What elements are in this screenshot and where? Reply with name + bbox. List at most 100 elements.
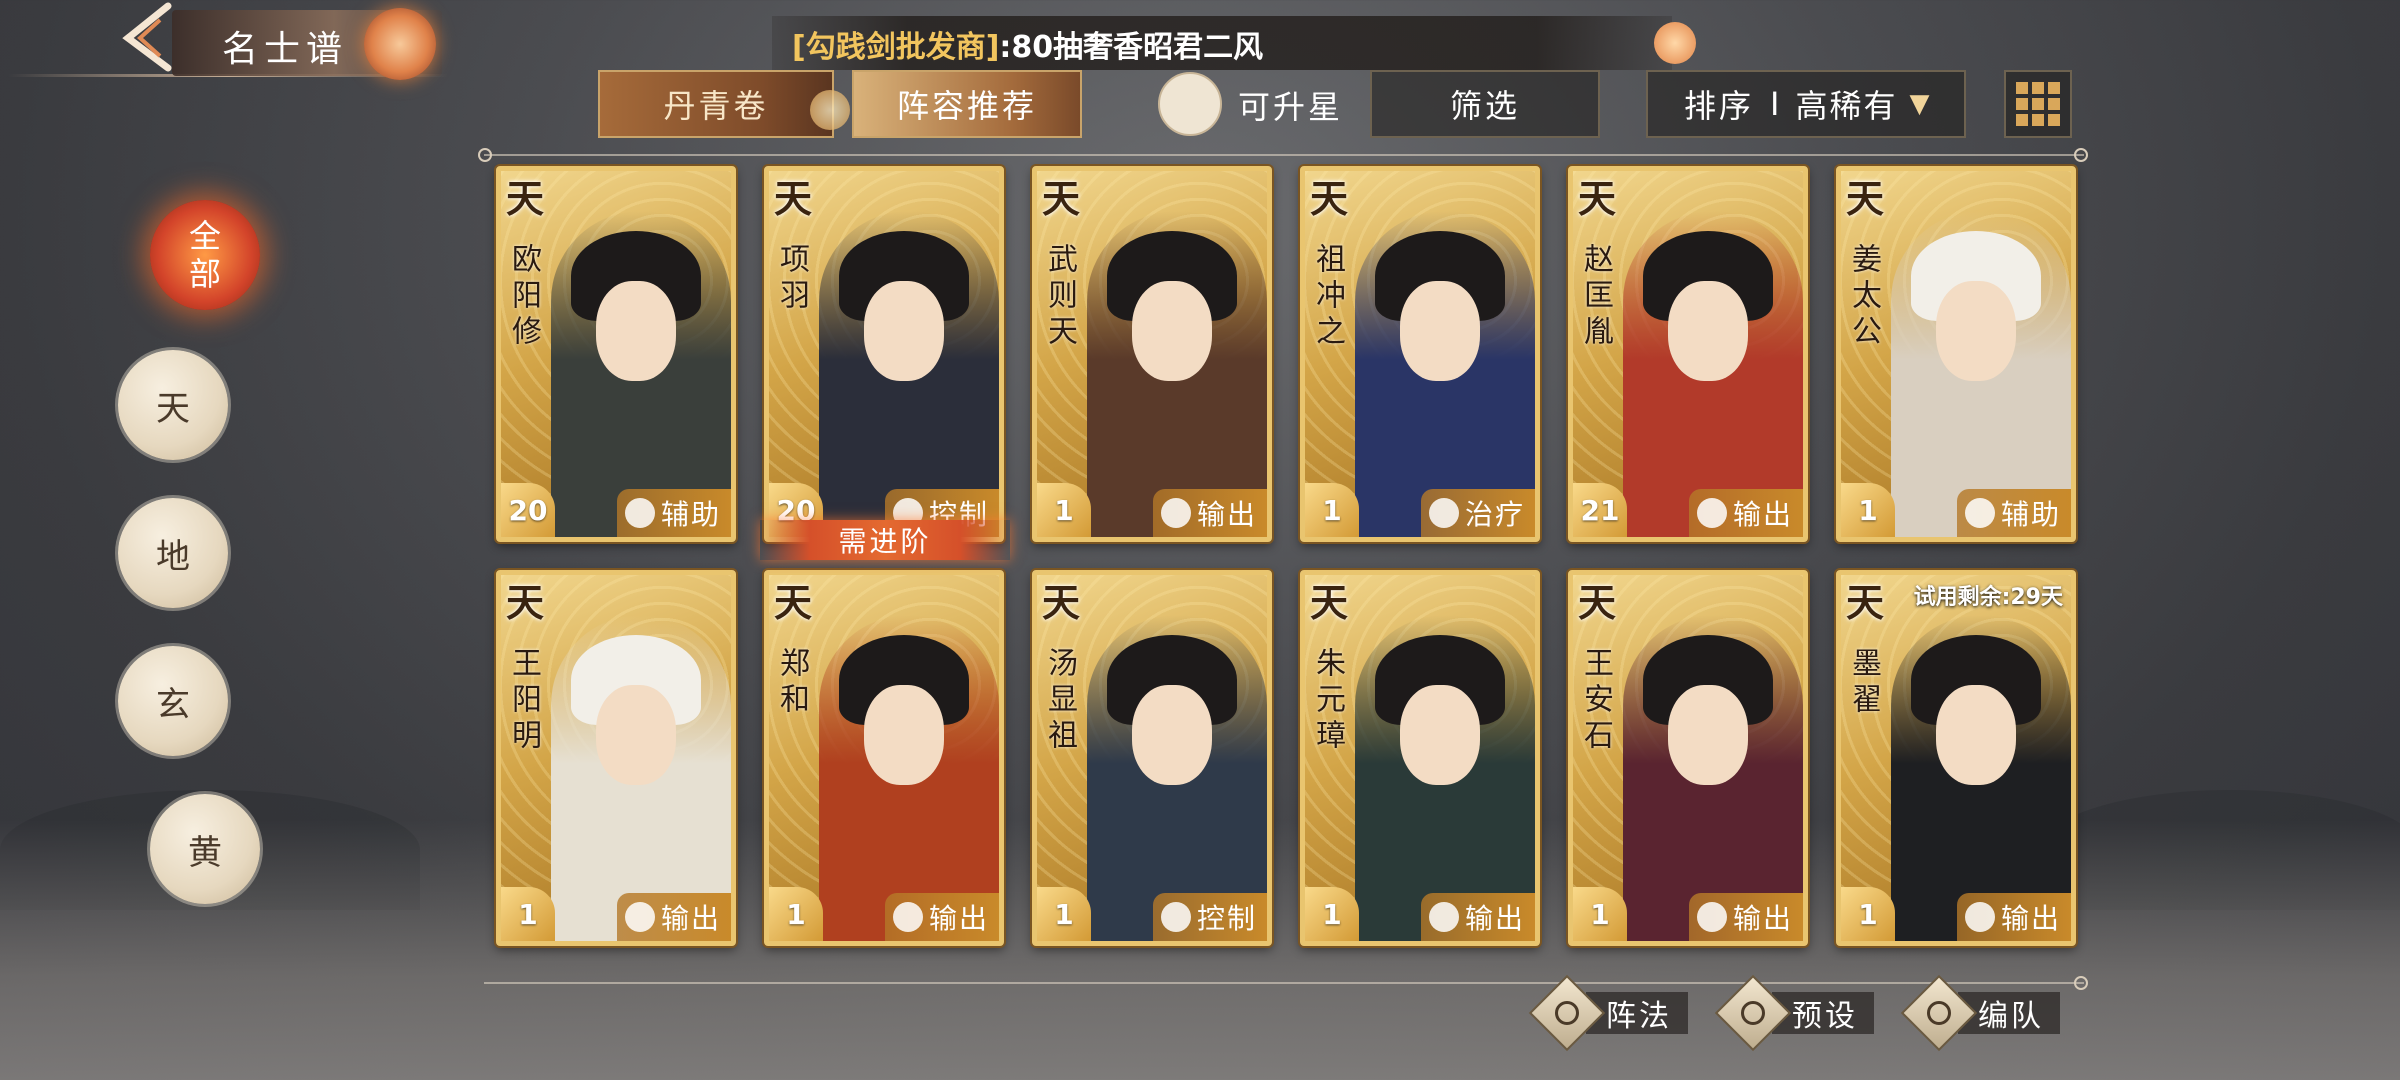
hero-name: 武则天 [1042, 243, 1077, 351]
hero-name: 项羽 [774, 243, 809, 315]
hero-level: 1 [1037, 483, 1091, 537]
hero-name: 郑和 [774, 647, 809, 719]
rank-filter-all-label: 全部 [188, 217, 221, 293]
hero-level: 1 [501, 887, 555, 941]
upgradable-toggle[interactable] [1158, 72, 1222, 136]
grade-badge: 天 [1041, 175, 1080, 221]
filter-button[interactable]: 筛选 [1370, 70, 1600, 138]
role-icon [1160, 902, 1191, 932]
hero-name: 祖冲之 [1310, 243, 1345, 351]
hero-face [596, 685, 676, 785]
tab-danqing[interactable]: 丹青卷 [598, 70, 850, 138]
hero-face [596, 281, 676, 381]
hero-card[interactable]: 天王阳明 1 输出 [496, 570, 736, 946]
hero-card[interactable]: 天朱元璋 1 输出 [1300, 570, 1540, 946]
tab-lineup-recommend-label: 阵容推荐 [896, 87, 1037, 125]
hero-card[interactable]: 天欧阳修 20 辅助 [496, 166, 736, 542]
hero-role-tag: 输出 [1688, 489, 1803, 537]
rank-filter-tian-label: 天 [156, 388, 190, 429]
hero-card[interactable]: 天姜太公 1 辅助 [1836, 166, 2076, 542]
preset-button[interactable]: 预设 [1714, 974, 1874, 1052]
tab-lineup-recommend[interactable]: 阵容推荐 [852, 70, 1082, 138]
grade-badge: 天 [1577, 175, 1616, 221]
rank-filter-huang-label: 黄 [188, 832, 222, 873]
hero-role: 输出 [1732, 498, 1793, 531]
hero-level: 1 [1841, 483, 1895, 537]
rank-filter-xuan[interactable]: 玄 [118, 646, 228, 756]
filter-label: 筛选 [1449, 87, 1520, 125]
rank-filter-tian[interactable]: 天 [118, 350, 228, 460]
rank-filter-di-label: 地 [156, 536, 190, 577]
hero-role-tag: 输出 [616, 893, 731, 941]
chevron-down-icon: ▼ [1909, 89, 1930, 119]
hero-card[interactable]: 天郑和 1 输出 [764, 570, 1004, 946]
rank-filter-di[interactable]: 地 [118, 498, 228, 608]
grade-badge: 天 [505, 175, 544, 221]
formation-icon [1528, 974, 1606, 1052]
preset-icon [1714, 974, 1792, 1052]
formation-button[interactable]: 阵法 [1528, 974, 1688, 1052]
rank-filter-all[interactable]: 全部 [150, 200, 260, 310]
back-arrow-icon[interactable] [120, 2, 180, 72]
sort-separator: I [1770, 85, 1780, 123]
hero-card[interactable]: 天赵匡胤 21 输出 [1568, 166, 1808, 542]
hero-card[interactable]: 天祖冲之 1 治疗 [1300, 166, 1540, 542]
hero-face [1668, 281, 1748, 381]
needs-advance-banner: 需进阶 [760, 520, 1010, 560]
grade-badge: 天 [1309, 175, 1348, 221]
hero-role: 控制 [1196, 902, 1257, 935]
hero-level: 1 [1305, 887, 1359, 941]
hero-level: 20 [501, 483, 555, 537]
broadcast-text: [勾践剑批发商]:80抽奢香昭君二风 [792, 22, 1263, 66]
rank-filter-xuan-label: 玄 [156, 684, 190, 725]
hero-role: 输出 [2000, 902, 2061, 935]
hero-card[interactable]: 天王安石 1 输出 [1568, 570, 1808, 946]
grade-badge: 天 [1845, 579, 1884, 625]
hero-face [864, 281, 944, 381]
grade-badge: 天 [1577, 579, 1616, 625]
grid-view-icon[interactable] [2004, 70, 2072, 138]
upgradable-label: 可升星 [1238, 88, 1344, 126]
hero-card[interactable]: 天墨翟 1 输出 试用剩余:29天 [1836, 570, 2076, 946]
hero-role-tag: 控制 [1152, 893, 1267, 941]
hero-face [1132, 685, 1212, 785]
rail-dot [2074, 148, 2088, 162]
hero-card[interactable]: 天项羽 20 控制 [764, 166, 1004, 542]
hero-name: 朱元璋 [1310, 647, 1345, 755]
role-icon [1696, 902, 1727, 932]
page-title: 名士谱 [222, 29, 349, 70]
sort-value: 高稀有 [1795, 87, 1898, 125]
broadcast-sender: [勾践剑批发商] [792, 30, 1000, 65]
hero-name: 赵匡胤 [1578, 243, 1613, 351]
team-flag-icon [1900, 974, 1978, 1052]
role-icon [1964, 902, 1995, 932]
sort-label: 排序 [1684, 87, 1755, 125]
role-icon [624, 498, 655, 528]
hero-level: 1 [769, 887, 823, 941]
hero-name: 墨翟 [1846, 647, 1881, 719]
hero-role-tag: 输出 [1688, 893, 1803, 941]
hero-role: 输出 [1464, 902, 1525, 935]
sort-dropdown[interactable]: 排序 I 高稀有 ▼ [1646, 70, 1966, 138]
hero-role-tag: 输出 [1152, 489, 1267, 537]
grade-badge: 天 [505, 579, 544, 625]
chat-icon[interactable] [1654, 22, 1696, 64]
hero-face [1400, 281, 1480, 381]
hero-role-tag: 输出 [1420, 893, 1535, 941]
tab-glow-icon [810, 90, 850, 130]
rail-dot [478, 148, 492, 162]
hero-card[interactable]: 天武则天 1 输出 [1032, 166, 1272, 542]
hero-card[interactable]: 天汤显祖 1 控制 [1032, 570, 1272, 946]
role-icon [624, 902, 655, 932]
hero-role-tag: 辅助 [616, 489, 731, 537]
hero-level: 1 [1305, 483, 1359, 537]
grade-badge: 天 [1041, 579, 1080, 625]
team-button[interactable]: 编队 [1900, 974, 2060, 1052]
hero-level: 21 [1573, 483, 1627, 537]
rank-filter-huang[interactable]: 黄 [150, 794, 260, 904]
grade-badge: 天 [773, 579, 812, 625]
hero-face [1400, 685, 1480, 785]
broadcast-message: :80抽奢香昭君二风 [999, 30, 1264, 65]
hero-role: 辅助 [2000, 498, 2061, 531]
hero-level: 1 [1841, 887, 1895, 941]
